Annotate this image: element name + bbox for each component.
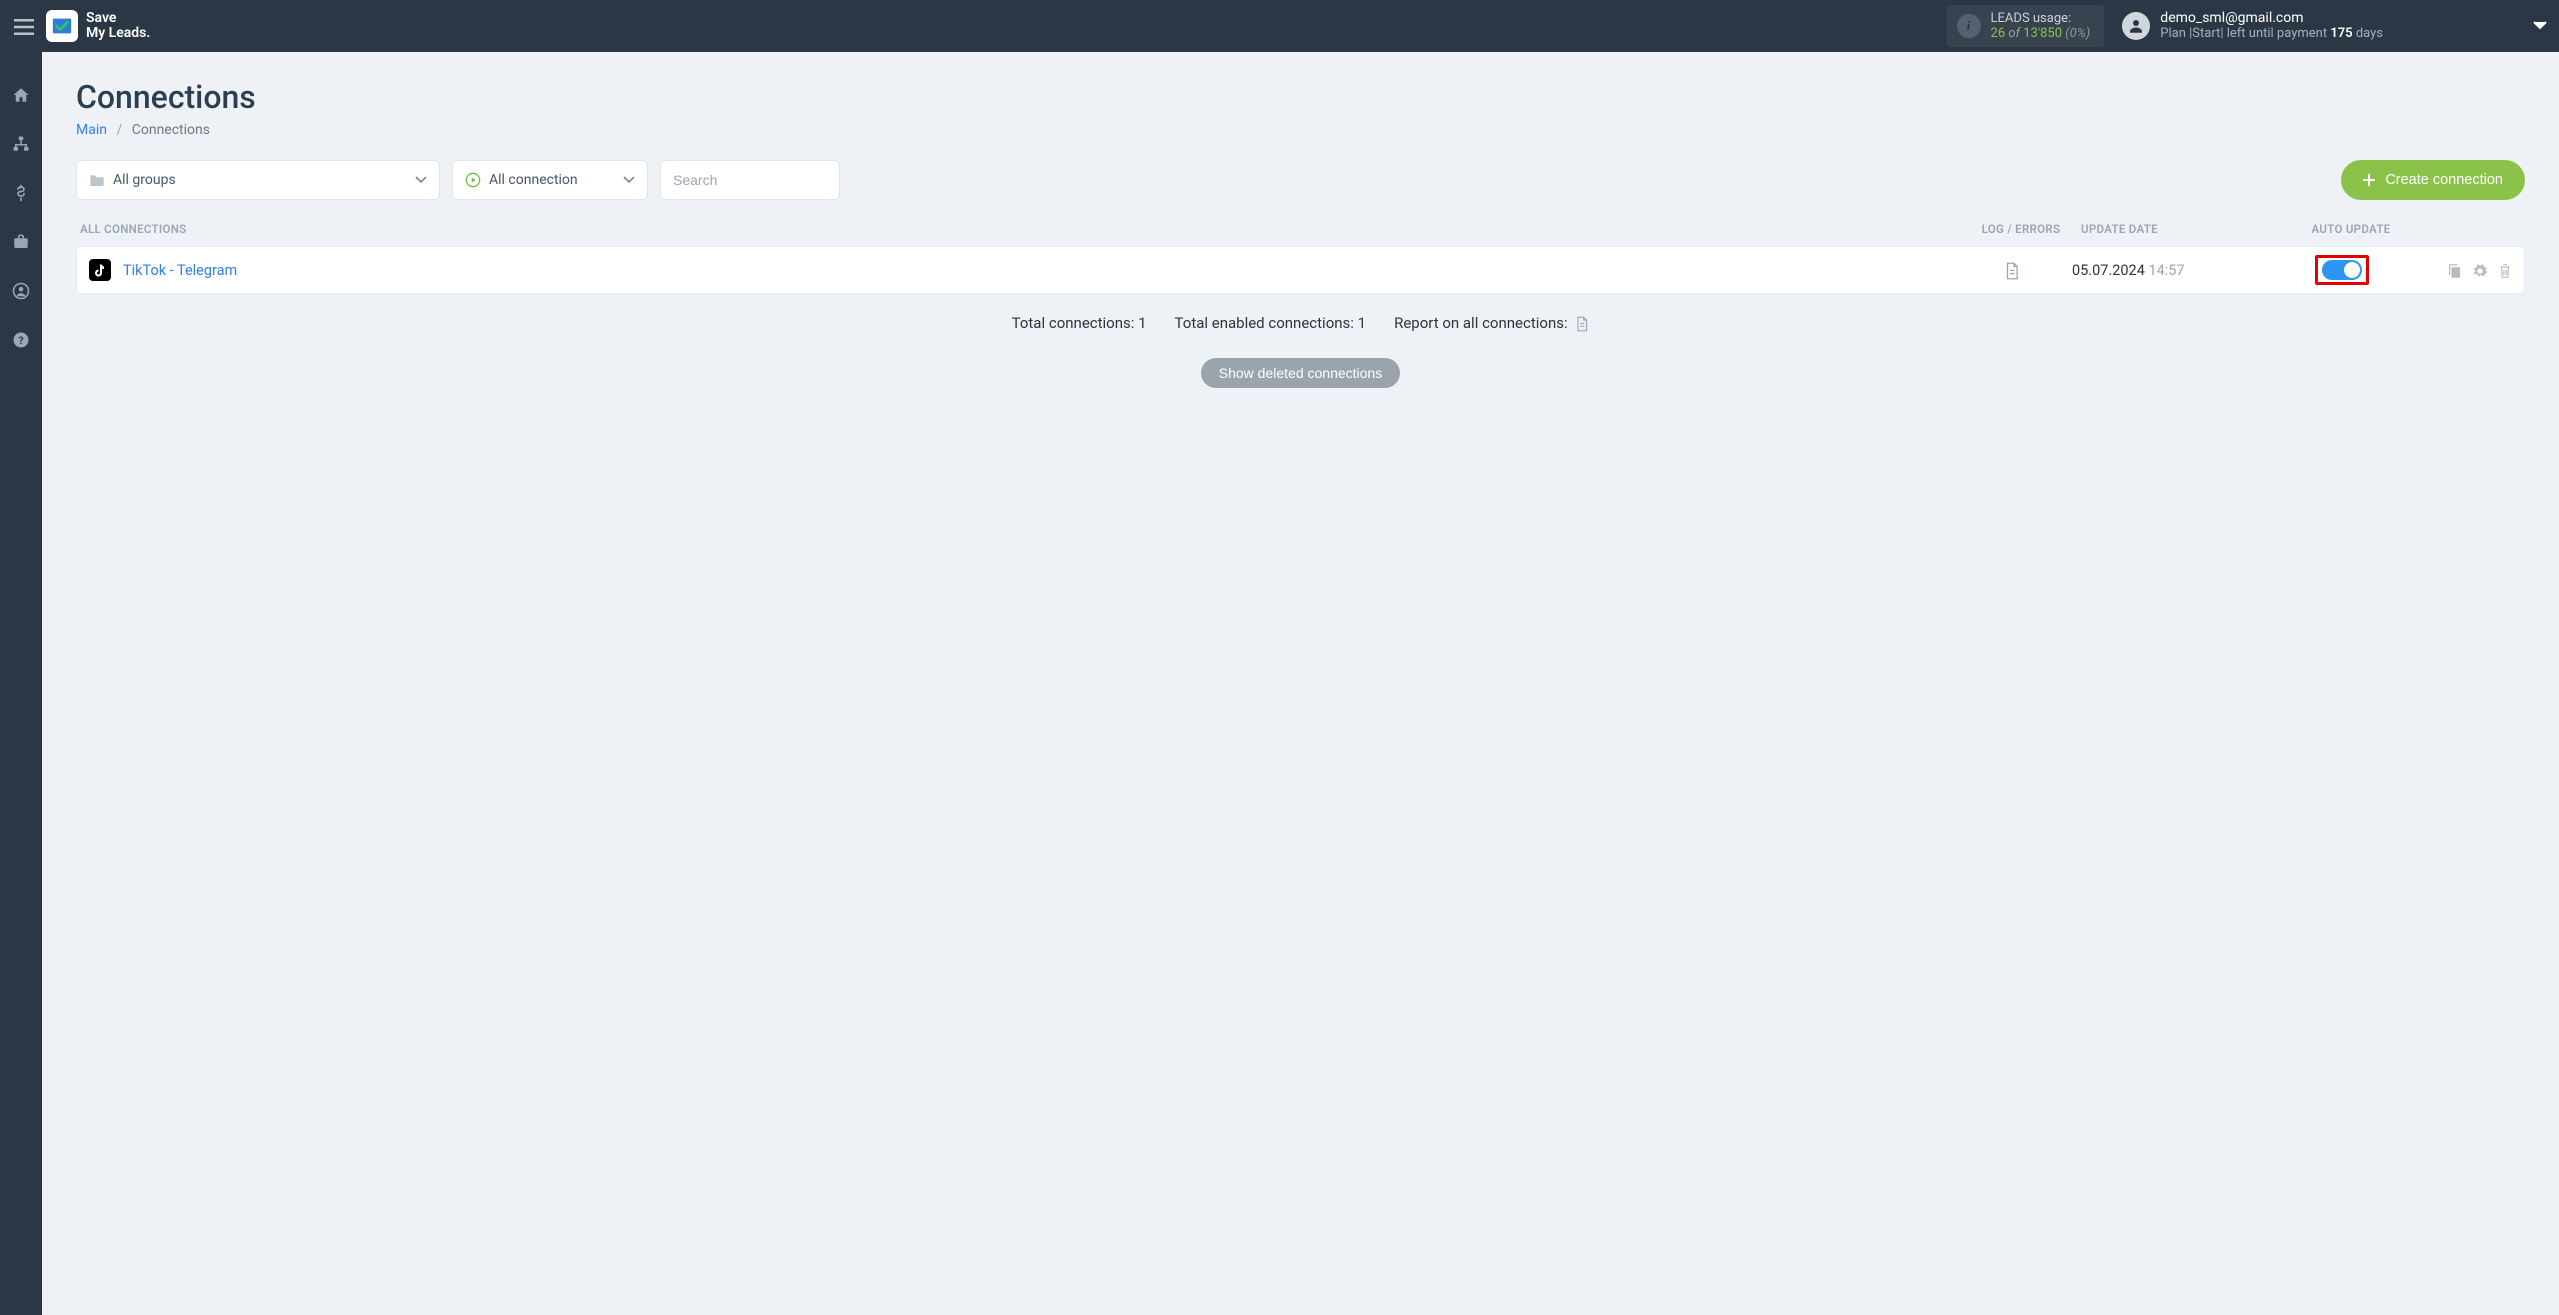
show-deleted-button[interactable]: Show deleted connections xyxy=(1201,358,1400,388)
col-header-log: Log / Errors xyxy=(1971,222,2071,236)
status-select-label: All connection xyxy=(489,172,578,188)
delete-button[interactable] xyxy=(2498,261,2512,280)
status-select[interactable]: All connection xyxy=(452,160,648,200)
user-menu[interactable]: demo_sml@gmail.com Plan |Start| left unt… xyxy=(2122,10,2547,41)
sidebar-item-billing[interactable] xyxy=(0,178,42,207)
sidebar-item-help[interactable]: ? xyxy=(0,325,42,354)
app-logo[interactable]: Save My Leads. xyxy=(46,10,150,42)
gear-icon xyxy=(2472,263,2488,279)
sidebar-item-home[interactable] xyxy=(0,80,42,109)
update-date: 05.07.2024 14:57 xyxy=(2062,262,2262,279)
svg-text:?: ? xyxy=(18,334,23,347)
leads-usage-widget[interactable]: i LEADS usage: 26 of 13'850 (0%) xyxy=(1947,5,2105,47)
summary-row: Total connections: 1 Total enabled conne… xyxy=(76,314,2525,332)
col-header-date: Update date xyxy=(2071,222,2271,236)
breadcrumb-current: Connections xyxy=(132,122,210,138)
groups-select-label: All groups xyxy=(113,172,176,188)
user-circle-icon xyxy=(12,282,30,300)
summary-report: Report on all connections: xyxy=(1394,314,1589,332)
auto-update-toggle[interactable] xyxy=(2322,260,2362,280)
report-download-button[interactable] xyxy=(1575,314,1589,332)
chevron-down-icon[interactable] xyxy=(2533,18,2547,34)
chevron-down-icon xyxy=(623,172,635,188)
sitemap-icon xyxy=(12,135,30,153)
hamburger-icon xyxy=(14,19,34,35)
copy-icon xyxy=(2447,263,2462,279)
logo-text: Save My Leads. xyxy=(86,11,150,42)
user-plan: Plan |Start| left until payment 175 days xyxy=(2160,27,2383,42)
search-input[interactable] xyxy=(673,172,827,188)
connection-name-link[interactable]: TikTok - Telegram xyxy=(123,262,237,279)
auto-update-highlight xyxy=(2315,255,2369,285)
sidebar-item-connections[interactable] xyxy=(0,129,42,158)
col-header-auto: Auto update xyxy=(2271,222,2431,236)
settings-button[interactable] xyxy=(2472,261,2488,280)
dollar-icon xyxy=(12,184,30,202)
copy-button[interactable] xyxy=(2447,261,2462,280)
main-content: Connections Main / Connections All group… xyxy=(42,52,2559,1315)
tiktok-icon xyxy=(89,259,111,281)
briefcase-icon xyxy=(12,233,30,251)
home-icon xyxy=(12,86,30,104)
filters-row: All groups All connection xyxy=(76,160,2525,200)
groups-select[interactable]: All groups xyxy=(76,160,440,200)
document-icon xyxy=(1575,316,1589,332)
sidebar-item-account[interactable] xyxy=(0,276,42,305)
check-icon xyxy=(51,15,73,37)
document-icon xyxy=(2004,262,2020,280)
sidebar-item-tools[interactable] xyxy=(0,227,42,256)
user-email: demo_sml@gmail.com xyxy=(2160,10,2383,26)
trash-icon xyxy=(2498,263,2512,279)
play-circle-icon xyxy=(465,172,481,188)
connection-row: TikTok - Telegram 05.07.2024 14:57 xyxy=(76,246,2525,294)
breadcrumb: Main / Connections xyxy=(76,122,2525,138)
create-connection-label: Create connection xyxy=(2385,172,2503,188)
menu-toggle-button[interactable] xyxy=(8,8,40,45)
search-box[interactable] xyxy=(660,160,840,200)
create-connection-button[interactable]: Create connection xyxy=(2341,160,2525,200)
sidebar: ? xyxy=(0,52,42,1315)
logo-mark xyxy=(46,10,78,42)
top-header: Save My Leads. i LEADS usage: 26 of 13'8… xyxy=(0,0,2559,52)
col-header-all: All connections xyxy=(80,222,1971,236)
breadcrumb-main-link[interactable]: Main xyxy=(76,122,107,138)
plus-icon xyxy=(2363,172,2375,188)
leads-usage-values: 26 of 13'850 (0%) xyxy=(1991,26,2091,41)
help-icon: ? xyxy=(12,331,30,349)
chevron-down-icon xyxy=(415,172,427,188)
table-header: All connections Log / Errors Update date… xyxy=(76,214,2525,246)
summary-total: Total connections: 1 xyxy=(1012,314,1147,332)
user-avatar-icon xyxy=(2122,12,2150,40)
breadcrumb-separator: / xyxy=(116,122,122,138)
info-icon: i xyxy=(1957,14,1981,38)
log-button[interactable] xyxy=(1962,260,2062,280)
page-title: Connections xyxy=(76,78,2525,116)
leads-usage-label: LEADS usage: xyxy=(1991,11,2091,26)
folder-icon xyxy=(89,172,105,188)
summary-enabled: Total enabled connections: 1 xyxy=(1175,314,1367,332)
